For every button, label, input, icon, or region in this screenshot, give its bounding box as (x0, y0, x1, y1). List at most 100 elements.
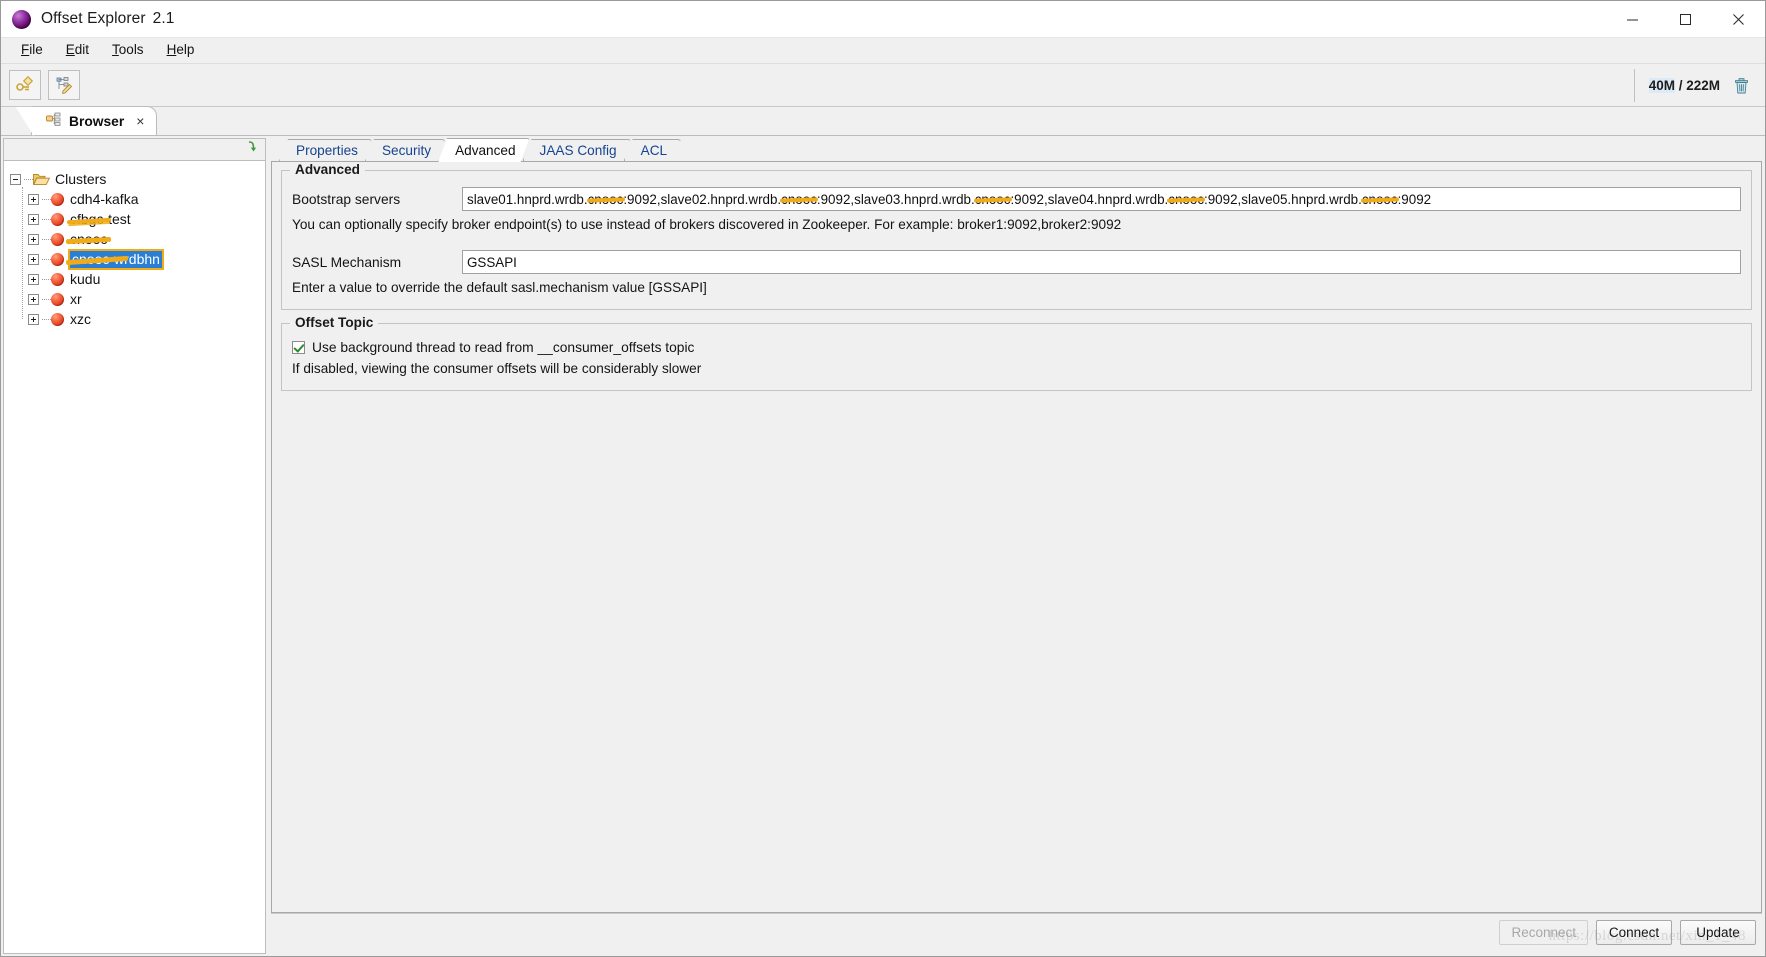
bootstrap-server-host: slave05.hnprd.wrdb. (1241, 191, 1362, 207)
advanced-group: Advanced Bootstrap servers slave01.hnprd… (281, 162, 1752, 310)
tab-acl-label: ACL (640, 143, 668, 158)
close-icon[interactable]: × (136, 113, 144, 129)
cluster-detail-panel: Properties Security Advanced JAAS Config… (271, 136, 1765, 956)
sasl-mechanism-row: SASL Mechanism GSSAPI (292, 250, 1741, 274)
menu-item-help-rest: elp (176, 42, 195, 58)
tab-jaas-config[interactable]: JAAS Config (523, 139, 631, 161)
menu-bar: File Edit Tools Help (1, 38, 1765, 64)
bootstrap-server-entry: slave01.hnprd.wrdb.cnooc:9092, (467, 192, 661, 207)
application-window: Offset Explorer 2.1 File Edit Tools Help (0, 0, 1766, 957)
menu-item-file-rest: ile (29, 42, 43, 58)
tree-node-cluster-label: xr (70, 290, 82, 307)
cluster-tree[interactable]: Clusters cdh4-kafka cfbgc-test cnooc cno… (3, 160, 266, 954)
expander-expand-icon[interactable] (28, 293, 39, 305)
tree-node-clusters[interactable]: Clusters (4, 169, 265, 189)
window-controls (1606, 1, 1765, 38)
edit-cluster-icon[interactable] (48, 70, 80, 100)
tree-dot-connector (42, 258, 51, 260)
menu-item-file[interactable]: File (11, 40, 53, 61)
tab-security-label: Security (381, 143, 432, 158)
collapse-all-arrow-icon[interactable] (245, 140, 259, 159)
bootstrap-server-host: slave01.hnprd.wrdb. (467, 191, 588, 207)
expander-expand-icon[interactable] (28, 233, 39, 245)
update-button[interactable]: Update (1680, 920, 1756, 945)
sasl-mechanism-input[interactable]: GSSAPI (462, 250, 1741, 274)
tree-node-cluster-4[interactable]: kudu (4, 269, 265, 289)
main-body: Clusters cdh4-kafka cfbgc-test cnooc cno… (1, 136, 1765, 956)
bootstrap-server-redacted-domain: cnooc (974, 191, 1011, 207)
bootstrap-server-port: :9092 (1397, 191, 1432, 207)
tree-node-cluster-5[interactable]: xr (4, 289, 265, 309)
tree-dot-connector (24, 178, 33, 180)
title-bar: Offset Explorer 2.1 (1, 1, 1765, 38)
expander-expand-icon[interactable] (28, 213, 39, 225)
bootstrap-server-port: :9092, (816, 191, 855, 207)
bootstrap-server-entry: slave03.hnprd.wrdb.cnooc:9092, (854, 192, 1048, 207)
cluster-status-icon (51, 292, 64, 306)
close-icon[interactable] (1712, 1, 1765, 38)
offset-topic-group-legend: Offset Topic (290, 315, 379, 330)
background-thread-row[interactable]: Use background thread to read from __con… (292, 340, 1741, 355)
background-thread-label: Use background thread to read from __con… (312, 340, 695, 355)
folder-icon (33, 172, 51, 186)
memory-usage-label: 40M / 222M (1648, 77, 1720, 93)
panel-filler (281, 404, 1752, 912)
tab-browser[interactable]: Browser × (15, 106, 158, 136)
bootstrap-server-host: slave02.hnprd.wrdb. (660, 191, 782, 207)
cluster-status-icon (51, 192, 64, 206)
app-logo-icon (12, 9, 31, 29)
menu-item-help[interactable]: Help (157, 40, 205, 61)
tree-dot-connector (42, 318, 51, 320)
cluster-status-icon (51, 312, 64, 326)
tree-dot-connector (42, 238, 51, 240)
tab-security[interactable]: Security (365, 139, 445, 161)
memory-total: / 222M (1674, 77, 1720, 93)
tree-toolbar (3, 138, 266, 160)
window-title-text: Offset Explorer (41, 10, 146, 27)
tree-node-cluster-3[interactable]: cnooc-wrdbhn (4, 248, 265, 270)
expander-expand-icon[interactable] (28, 273, 39, 285)
field-spacer (292, 234, 1741, 250)
add-cluster-icon[interactable] (9, 70, 41, 100)
action-button-bar: https://blog.csdn.net/xin_1_48 Reconnect… (271, 913, 1762, 953)
tree-node-cluster-2[interactable]: cnooc (4, 229, 265, 249)
tab-properties[interactable]: Properties (279, 139, 372, 161)
expander-expand-icon[interactable] (28, 253, 39, 265)
connect-button[interactable]: Connect (1596, 920, 1672, 945)
background-thread-checkbox[interactable] (292, 341, 305, 354)
offset-topic-hint: If disabled, viewing the consumer offset… (292, 361, 702, 376)
expander-collapse-icon[interactable] (10, 173, 21, 185)
sasl-mechanism-label: SASL Mechanism (292, 254, 402, 270)
cluster-status-icon (51, 252, 64, 266)
bootstrap-server-port: :9092, (623, 191, 661, 207)
minimize-icon[interactable] (1606, 1, 1659, 38)
menu-item-tools[interactable]: Tools (102, 40, 154, 61)
bootstrap-servers-hint: You can optionally specify broker endpoi… (292, 217, 1122, 232)
tab-properties-label: Properties (296, 143, 358, 158)
tree-node-cluster-0[interactable]: cdh4-kafka (4, 189, 265, 209)
cluster-status-icon (51, 232, 64, 246)
memory-indicator[interactable]: 40M / 222M (1633, 68, 1759, 102)
expander-expand-icon[interactable] (28, 193, 39, 205)
tree-node-cluster-label: cnooc (70, 230, 108, 247)
advanced-tab-panel: Advanced Bootstrap servers slave01.hnprd… (271, 162, 1762, 913)
bootstrap-servers-input[interactable]: slave01.hnprd.wrdb.cnooc:9092, slave02.h… (462, 187, 1741, 211)
tab-advanced[interactable]: Advanced (438, 138, 529, 162)
trash-icon[interactable] (1732, 76, 1751, 95)
sasl-mechanism-hint: Enter a value to override the default sa… (292, 280, 707, 295)
tree-node-cluster-6[interactable]: xzc (4, 309, 265, 329)
tree-dot-connector (42, 198, 51, 200)
tree-node-clusters-label: Clusters (55, 171, 107, 187)
bootstrap-server-redacted-domain: cnooc (587, 191, 624, 207)
reconnect-button[interactable]: Reconnect (1499, 920, 1588, 945)
maximize-icon[interactable] (1659, 1, 1712, 38)
tree-node-cluster-1[interactable]: cfbgc-test (4, 209, 265, 229)
menu-item-edit[interactable]: Edit (56, 40, 99, 61)
menu-item-edit-rest: dit (74, 42, 90, 58)
tab-acl[interactable]: ACL (624, 139, 681, 161)
expander-expand-icon[interactable] (28, 313, 39, 325)
tree-node-cluster-label: xzc (70, 310, 91, 327)
bootstrap-server-port: :9092, (1010, 191, 1048, 207)
bootstrap-servers-row: Bootstrap servers slave01.hnprd.wrdb.cno… (292, 187, 1741, 211)
memory-used: 40M (1648, 77, 1675, 93)
